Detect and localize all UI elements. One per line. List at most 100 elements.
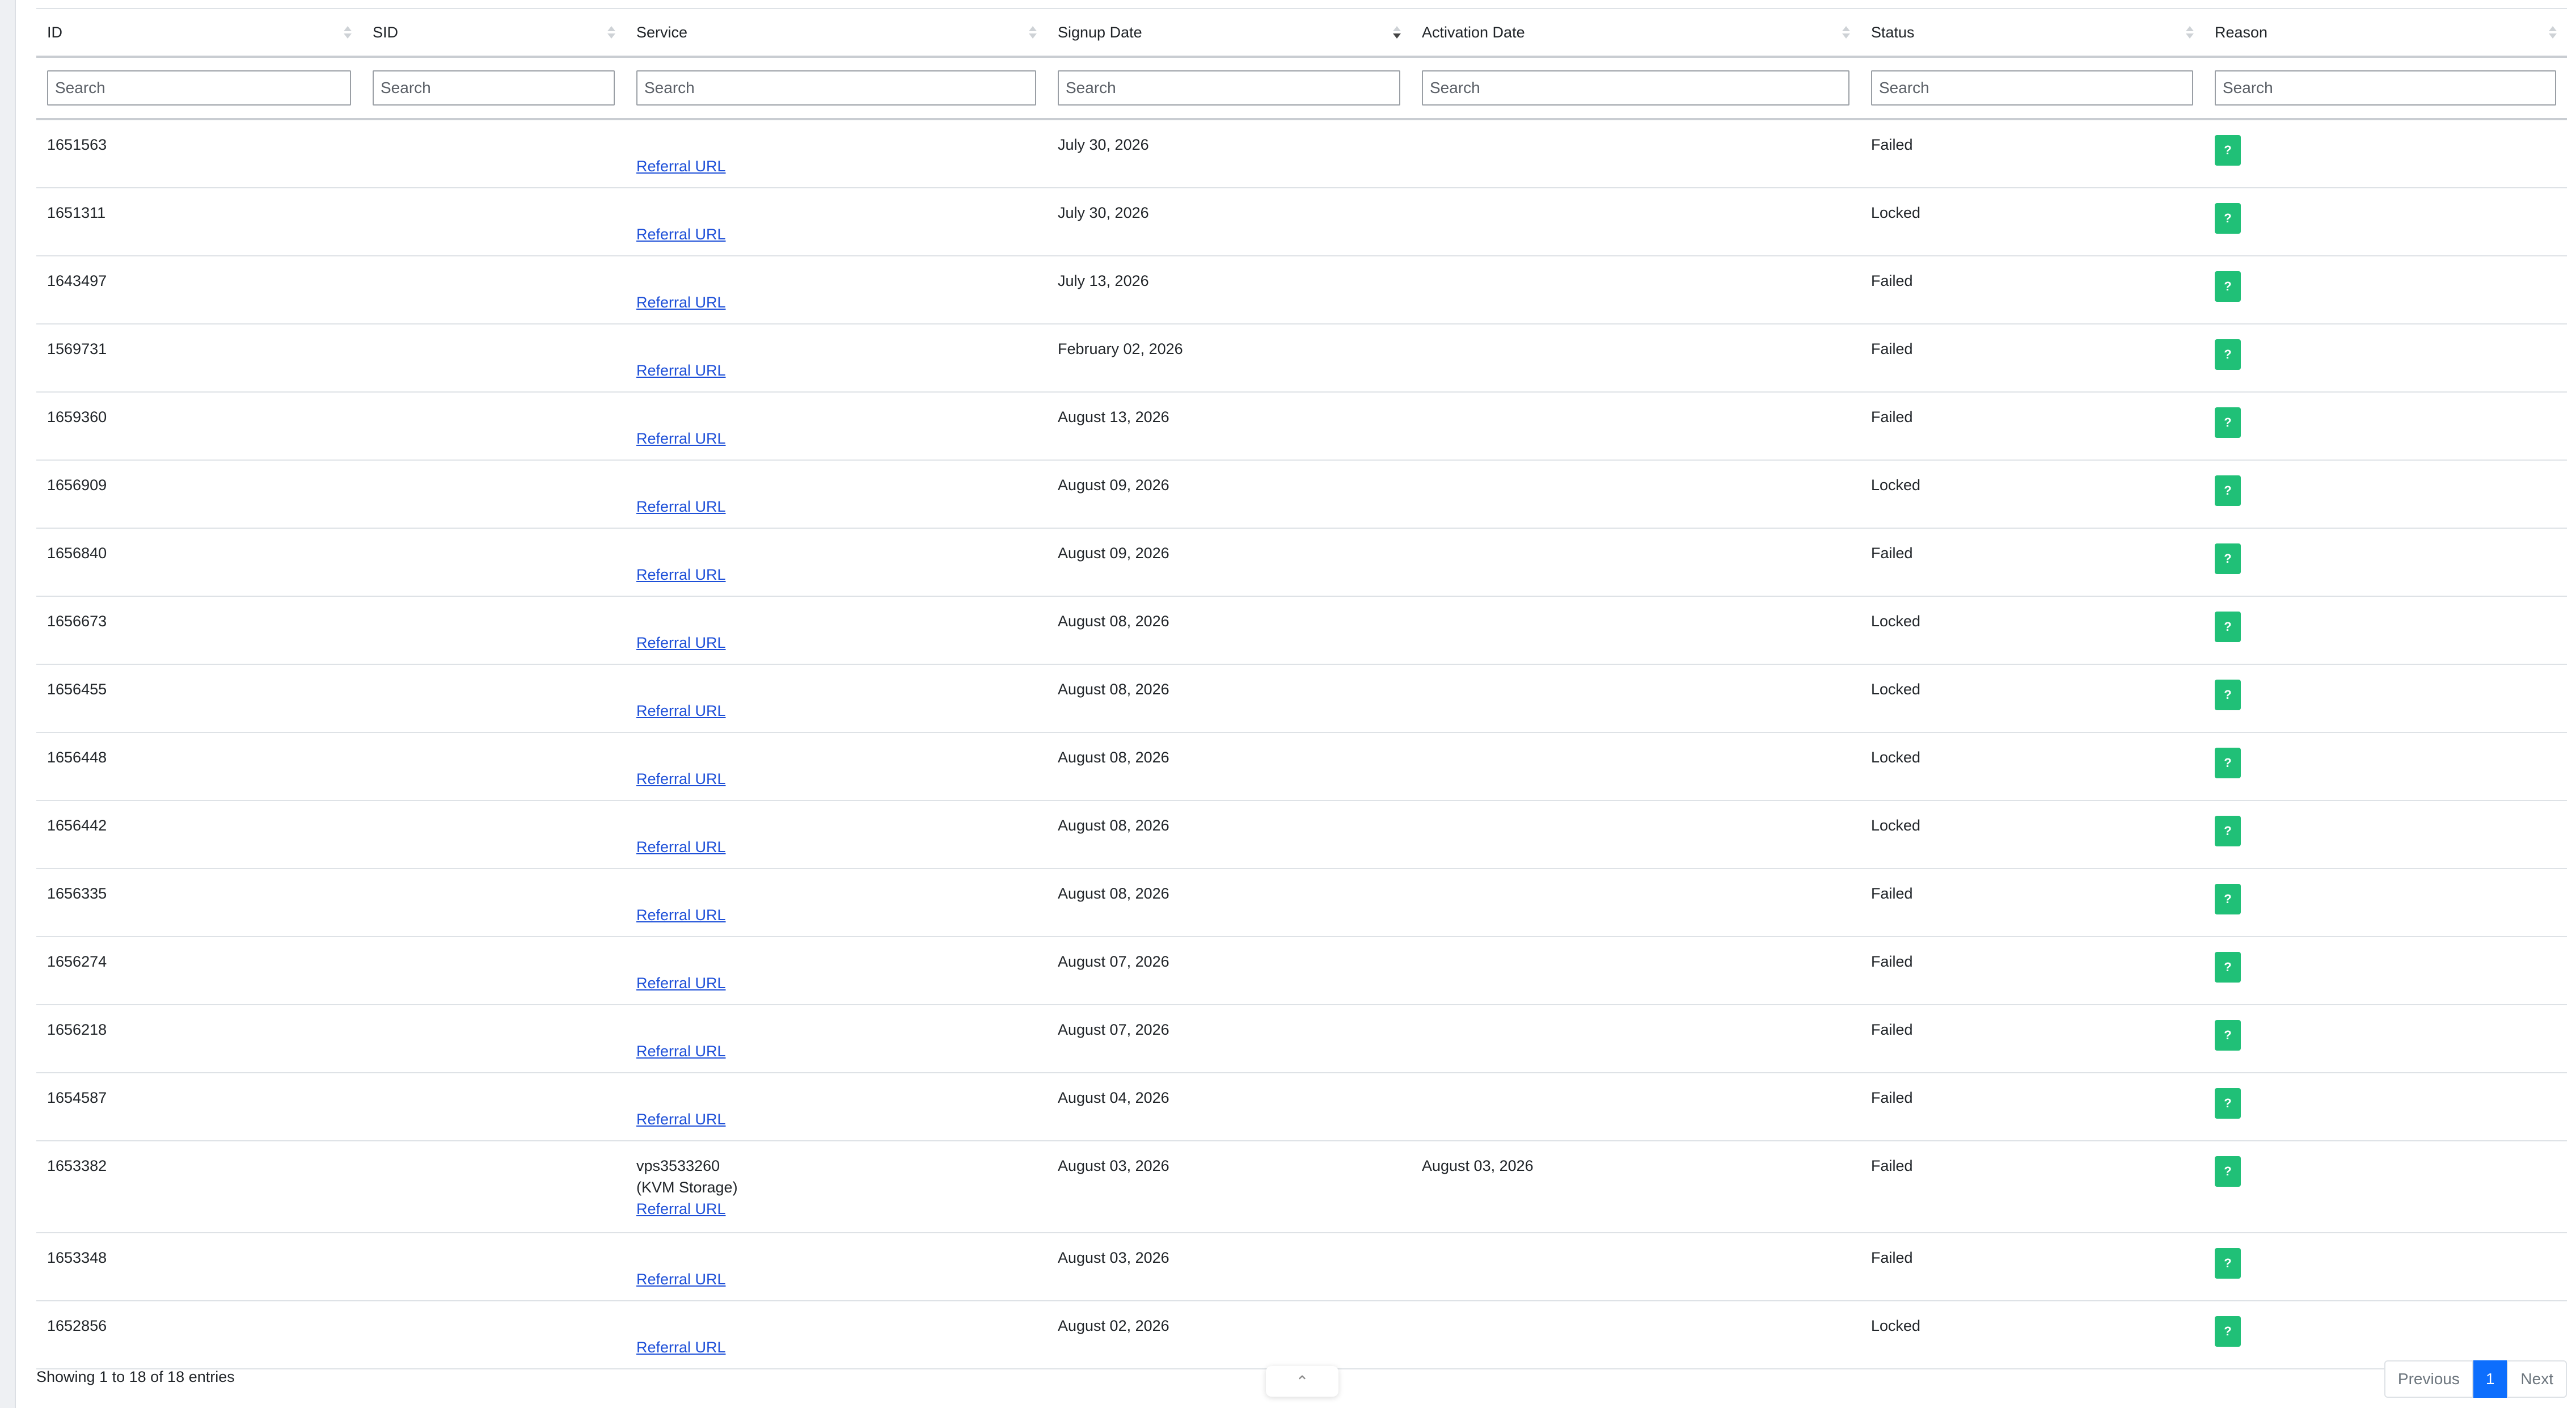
table-row: 1656909 Referral URL August 09, 2026 Locked… bbox=[36, 460, 2567, 529]
cell-sid bbox=[362, 392, 626, 461]
sort-icon bbox=[1029, 26, 1037, 39]
reason-button[interactable]: ? bbox=[2215, 1020, 2241, 1051]
column-header-reason[interactable]: Reason bbox=[2204, 8, 2567, 58]
column-header-label: ID bbox=[47, 23, 62, 41]
reason-button[interactable]: ? bbox=[2215, 135, 2241, 166]
cell-service: Referral URL bbox=[626, 119, 1047, 188]
data-table-wrapper: ID SID Service Signup Date Activation Date St… bbox=[36, 8, 2567, 1369]
referral-url-link[interactable]: Referral URL bbox=[636, 838, 726, 855]
cell-service: Referral URL bbox=[626, 256, 1047, 324]
cell-service: Referral URL bbox=[626, 460, 1047, 529]
referral-url-link[interactable]: Referral URL bbox=[636, 907, 726, 924]
cell-sid bbox=[362, 937, 626, 1005]
reason-button[interactable]: ? bbox=[2215, 680, 2241, 710]
reason-button[interactable]: ? bbox=[2215, 543, 2241, 574]
referral-url-link[interactable]: Referral URL bbox=[636, 294, 726, 311]
sort-down-icon bbox=[1029, 33, 1037, 39]
sort-icon bbox=[607, 26, 615, 39]
reason-button[interactable]: ? bbox=[2215, 475, 2241, 506]
reason-button[interactable]: ? bbox=[2215, 816, 2241, 846]
reason-button[interactable]: ? bbox=[2215, 1156, 2241, 1187]
reason-button[interactable]: ? bbox=[2215, 612, 2241, 642]
search-cell bbox=[36, 57, 362, 120]
cell-status: Locked bbox=[1860, 664, 2204, 733]
cell-id: 1651563 bbox=[36, 119, 362, 188]
referral-url-link[interactable]: Referral URL bbox=[636, 702, 726, 719]
service-spacer bbox=[636, 134, 1036, 155]
cell-status: Locked bbox=[1860, 460, 2204, 529]
cell-id: 1569731 bbox=[36, 324, 362, 393]
column-header-id[interactable]: ID bbox=[36, 8, 362, 58]
service-spacer bbox=[636, 1019, 1036, 1040]
sort-up-icon bbox=[1029, 26, 1037, 31]
referral-url-link[interactable]: Referral URL bbox=[636, 362, 726, 379]
search-input-id[interactable] bbox=[47, 70, 351, 106]
next-page-button[interactable]: Next bbox=[2507, 1360, 2567, 1398]
search-input-reason[interactable] bbox=[2215, 70, 2556, 106]
search-cell bbox=[1860, 57, 2204, 120]
reason-button[interactable]: ? bbox=[2215, 952, 2241, 983]
reason-button[interactable]: ? bbox=[2215, 1088, 2241, 1119]
reason-button[interactable]: ? bbox=[2215, 748, 2241, 778]
previous-page-button[interactable]: Previous bbox=[2384, 1360, 2473, 1398]
referral-url-link[interactable]: Referral URL bbox=[636, 158, 726, 175]
cell-activation-date bbox=[1411, 732, 1860, 801]
cell-sid bbox=[362, 1141, 626, 1233]
reason-button[interactable]: ? bbox=[2215, 1248, 2241, 1279]
referral-url-link[interactable]: Referral URL bbox=[636, 975, 726, 992]
sort-up-icon bbox=[2186, 26, 2194, 31]
column-header-activation-date[interactable]: Activation Date bbox=[1411, 8, 1860, 58]
service-spacer bbox=[636, 747, 1036, 768]
referral-url-link[interactable]: Referral URL bbox=[636, 1271, 726, 1288]
column-header-signup-date[interactable]: Signup Date bbox=[1047, 8, 1411, 58]
reason-button[interactable]: ? bbox=[2215, 271, 2241, 302]
reason-button[interactable]: ? bbox=[2215, 884, 2241, 914]
cell-status: Failed bbox=[1860, 1233, 2204, 1301]
service-spacer bbox=[636, 883, 1036, 904]
sort-icon bbox=[2186, 26, 2194, 39]
header-row: ID SID Service Signup Date Activation Date St… bbox=[36, 8, 2567, 58]
referral-url-link[interactable]: Referral URL bbox=[636, 770, 726, 787]
referral-url-link[interactable]: Referral URL bbox=[636, 1339, 726, 1356]
reason-button[interactable]: ? bbox=[2215, 1316, 2241, 1347]
table-row: 1656218 Referral URL August 07, 2026 Failed… bbox=[36, 1005, 2567, 1073]
table-row: 1656335 Referral URL August 08, 2026 Failed… bbox=[36, 869, 2567, 937]
cell-service: Referral URL bbox=[626, 596, 1047, 665]
reason-button[interactable]: ? bbox=[2215, 339, 2241, 370]
cell-id: 1656909 bbox=[36, 460, 362, 529]
cell-activation-date bbox=[1411, 937, 1860, 1005]
referral-url-link[interactable]: Referral URL bbox=[636, 430, 726, 447]
service-spacer bbox=[636, 202, 1036, 224]
sort-icon bbox=[1393, 26, 1401, 39]
cell-status: Failed bbox=[1860, 256, 2204, 324]
referral-url-link[interactable]: Referral URL bbox=[636, 566, 726, 583]
referral-url-link[interactable]: Referral URL bbox=[636, 1200, 726, 1217]
column-header-status[interactable]: Status bbox=[1860, 8, 2204, 58]
reason-button[interactable]: ? bbox=[2215, 203, 2241, 234]
search-input-status[interactable] bbox=[1871, 70, 2193, 106]
left-rail bbox=[0, 0, 16, 1408]
sort-up-icon bbox=[2549, 26, 2557, 31]
referral-url-link[interactable]: Referral URL bbox=[636, 1111, 726, 1128]
sort-icon bbox=[2549, 26, 2557, 39]
search-input-signup-date[interactable] bbox=[1058, 70, 1400, 106]
cell-sid bbox=[362, 1005, 626, 1073]
referral-url-link[interactable]: Referral URL bbox=[636, 634, 726, 651]
service-spacer bbox=[636, 406, 1036, 428]
search-input-activation-date[interactable] bbox=[1422, 70, 1849, 106]
referral-url-link[interactable]: Referral URL bbox=[636, 498, 726, 515]
column-header-service[interactable]: Service bbox=[626, 8, 1047, 58]
cell-activation-date bbox=[1411, 664, 1860, 733]
scroll-to-top-button[interactable]: ⌃ bbox=[1266, 1366, 1338, 1397]
reason-button[interactable]: ? bbox=[2215, 407, 2241, 438]
column-header-sid[interactable]: SID bbox=[362, 8, 626, 58]
sort-down-icon bbox=[344, 33, 352, 39]
table-row: 1656455 Referral URL August 08, 2026 Locked… bbox=[36, 664, 2567, 733]
search-input-service[interactable] bbox=[636, 70, 1036, 106]
referral-url-link[interactable]: Referral URL bbox=[636, 1043, 726, 1060]
referral-url-link[interactable]: Referral URL bbox=[636, 226, 726, 243]
cell-service: Referral URL bbox=[626, 392, 1047, 461]
search-input-sid[interactable] bbox=[373, 70, 615, 106]
page-1-button[interactable]: 1 bbox=[2473, 1360, 2507, 1398]
service-spacer bbox=[636, 542, 1036, 564]
